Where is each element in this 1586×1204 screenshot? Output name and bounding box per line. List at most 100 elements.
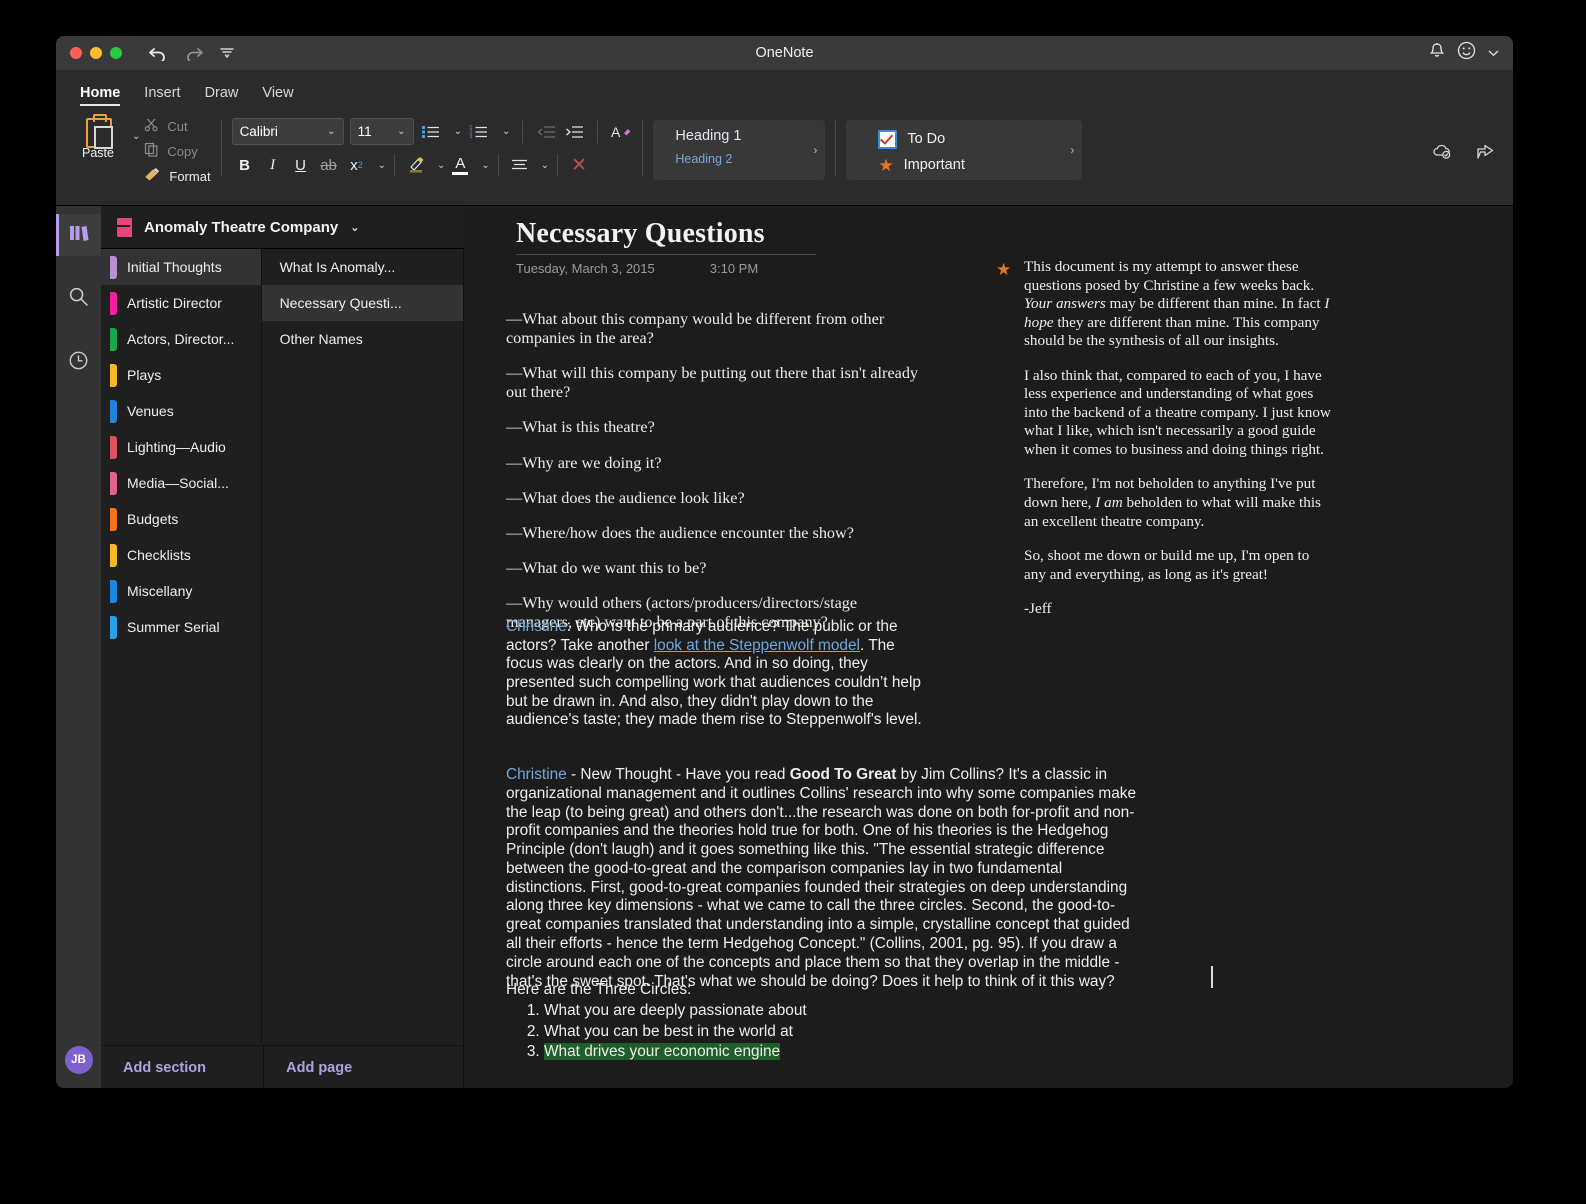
section-lighting-audio[interactable]: Lighting—Audio <box>101 429 261 465</box>
subscript-button[interactable]: x2 <box>344 153 370 177</box>
align-left-icon[interactable] <box>507 153 533 177</box>
section-miscellany[interactable]: Miscellany <box>101 573 261 609</box>
italic-button[interactable]: I <box>260 153 286 177</box>
highlight-icon[interactable] <box>403 153 429 177</box>
zoom-window-button[interactable] <box>110 47 122 59</box>
cut-button[interactable]: Cut <box>144 116 210 136</box>
paste-button[interactable]: Paste <box>70 112 126 160</box>
strikethrough-button[interactable]: ab <box>316 153 342 177</box>
subscript-chevron-down-icon[interactable]: ⌄ <box>378 160 386 171</box>
page-necessary-questions[interactable]: Necessary Questi... <box>262 285 463 321</box>
main-area: JB Anomaly Theatre Company ⌄ Initial Tho… <box>56 206 1513 1088</box>
side-note-block[interactable]: This document is my attempt to answer th… <box>1024 258 1334 635</box>
question-5: —What does the audience look like? <box>506 489 926 508</box>
account-avatar-area[interactable]: JB <box>56 1036 101 1088</box>
copy-button[interactable]: Copy <box>144 141 210 161</box>
font-group: Calibri ⌄ 11 ⌄ ⌄ 123 <box>232 112 633 177</box>
three-circles-block[interactable]: Here are the Three Circles: What you are… <box>506 981 1136 1064</box>
share-icon[interactable] <box>1475 142 1495 165</box>
page-what-is-anomaly[interactable]: What Is Anomaly... <box>262 249 463 285</box>
christine-note-2[interactable]: Christine - New Thought - Have you read … <box>506 766 1136 991</box>
pages-pane: What Is Anomaly... Necessary Questi... O… <box>262 249 464 1045</box>
questions-block[interactable]: —What about this company would be differ… <box>506 310 926 648</box>
christine-name: Christine <box>506 618 567 635</box>
numbering-chevron-down-icon[interactable]: ⌄ <box>502 126 510 137</box>
section-venues[interactable]: Venues <box>101 393 261 429</box>
numbered-list-icon[interactable]: 123 <box>468 120 490 144</box>
increase-indent-icon[interactable] <box>563 120 585 144</box>
chevron-right-icon[interactable]: › <box>813 143 817 157</box>
page-other-names[interactable]: Other Names <box>262 321 463 357</box>
chevron-right-icon[interactable]: › <box>1070 143 1074 157</box>
tags-gallery[interactable]: To Do ★ Important › <box>846 120 1082 180</box>
sidebar-item-search[interactable] <box>56 278 101 320</box>
bell-icon[interactable] <box>1429 42 1445 64</box>
quick-access-toolbar[interactable] <box>148 45 234 61</box>
section-checklists[interactable]: Checklists <box>101 537 261 573</box>
minimize-window-button[interactable] <box>90 47 102 59</box>
remove-formatting-icon[interactable]: ✕ <box>566 153 592 177</box>
style-heading-1[interactable]: Heading 1 <box>675 128 825 144</box>
question-1: —What about this company would be differ… <box>506 310 926 348</box>
scissors-icon <box>144 117 159 135</box>
clear-formatting-icon[interactable]: A <box>610 120 632 144</box>
bullets-chevron-down-icon[interactable]: ⌄ <box>454 126 462 137</box>
section-media-social[interactable]: Media—Social... <box>101 465 261 501</box>
bulleted-list-icon[interactable] <box>420 120 442 144</box>
notebook-header[interactable]: Anomaly Theatre Company ⌄ <box>101 206 464 249</box>
font-color-icon[interactable]: A <box>447 153 473 177</box>
section-initial-thoughts[interactable]: Initial Thoughts <box>101 249 261 285</box>
christine-note-1[interactable]: Christine: Who is the primary audience? … <box>506 618 926 730</box>
align-chevron-down-icon[interactable]: ⌄ <box>541 160 549 171</box>
paste-options-chevron-down-icon[interactable]: ⌄ <box>132 131 140 142</box>
tab-draw[interactable]: Draw <box>205 85 239 106</box>
search-icon <box>68 286 89 312</box>
sidebar-item-recent[interactable] <box>56 342 101 384</box>
styles-gallery[interactable]: Heading 1 Heading 2 › <box>653 120 825 180</box>
style-heading-2[interactable]: Heading 2 <box>675 152 825 166</box>
section-color-bar <box>110 616 117 639</box>
section-label: Summer Serial <box>127 619 220 635</box>
add-section-button[interactable]: Add section <box>101 1045 264 1088</box>
redo-icon[interactable] <box>184 45 204 61</box>
ribbon-tabs[interactable]: Home Insert Draw View <box>56 70 1513 106</box>
traffic-light-buttons[interactable] <box>56 47 122 59</box>
avatar[interactable]: JB <box>65 1046 93 1074</box>
chevron-down-icon[interactable] <box>1488 44 1499 62</box>
chevron-down-icon[interactable]: ⌄ <box>350 221 359 234</box>
cloud-sync-icon[interactable] <box>1431 142 1453 165</box>
bold-button[interactable]: B <box>232 153 258 177</box>
customize-toolbar-icon[interactable] <box>220 47 234 59</box>
font-color-chevron-down-icon[interactable]: ⌄ <box>481 160 489 171</box>
clock-icon <box>68 350 89 376</box>
decrease-indent-icon[interactable] <box>535 120 557 144</box>
underline-button[interactable]: U <box>288 153 314 177</box>
section-actors-directors[interactable]: Actors, Director... <box>101 321 261 357</box>
format-painter-button[interactable]: Format <box>144 166 210 186</box>
sidebar-item-notebooks[interactable] <box>56 214 101 256</box>
section-summer-serial[interactable]: Summer Serial <box>101 609 261 645</box>
section-page-panes: Initial Thoughts Artistic Director Actor… <box>101 249 464 1045</box>
title-bar-actions[interactable] <box>1429 41 1513 65</box>
undo-icon[interactable] <box>148 45 168 61</box>
three-circles-list: What you are deeply passionate about Wha… <box>506 1002 1136 1062</box>
tab-insert[interactable]: Insert <box>144 85 180 106</box>
ribbon-right-actions[interactable] <box>1431 142 1495 165</box>
tag-todo[interactable]: To Do <box>878 126 1082 152</box>
steppenwolf-model-link[interactable]: look at the Steppenwolf model <box>654 637 860 654</box>
tab-home[interactable]: Home <box>80 85 120 106</box>
add-page-button[interactable]: Add page <box>264 1045 464 1088</box>
page-title[interactable]: Necessary Questions <box>516 218 816 250</box>
close-window-button[interactable] <box>70 47 82 59</box>
section-plays[interactable]: Plays <box>101 357 261 393</box>
tab-view[interactable]: View <box>262 85 293 106</box>
page-canvas[interactable]: Necessary Questions Tuesday, March 3, 20… <box>464 206 1513 1088</box>
font-family-select[interactable]: Calibri ⌄ <box>232 118 344 145</box>
font-size-select[interactable]: 11 ⌄ <box>350 118 414 145</box>
highlight-chevron-down-icon[interactable]: ⌄ <box>437 160 445 171</box>
section-artistic-director[interactable]: Artistic Director <box>101 285 261 321</box>
page-title-block[interactable]: Necessary Questions Tuesday, March 3, 20… <box>516 218 816 276</box>
account-smiley-icon[interactable] <box>1457 41 1476 65</box>
tag-important[interactable]: ★ Important <box>878 152 1082 178</box>
section-budgets[interactable]: Budgets <box>101 501 261 537</box>
